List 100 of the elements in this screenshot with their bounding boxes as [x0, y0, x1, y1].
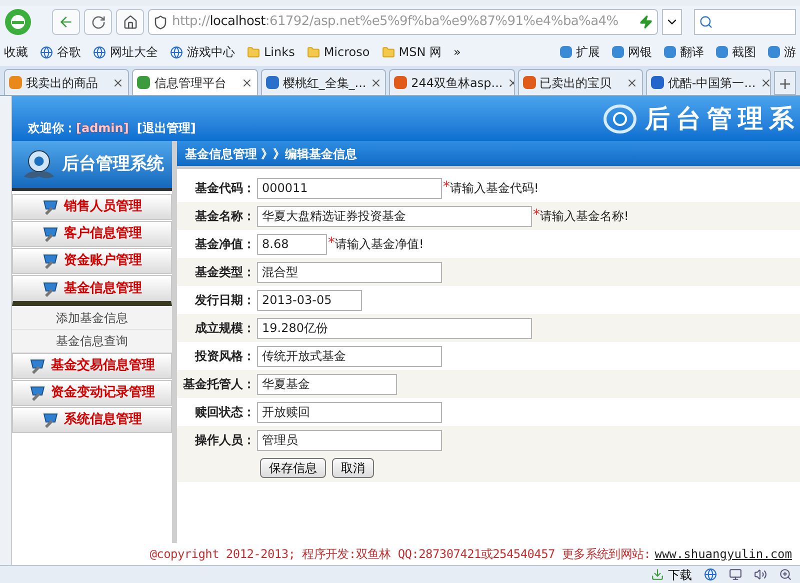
- system-title: 后台管理系: [645, 103, 800, 135]
- toolbar-item[interactable]: 截图: [716, 43, 756, 61]
- menu-item[interactable]: 基金信息管理: [12, 275, 172, 306]
- browser-tab[interactable]: 优酷-中国第一...: [646, 69, 772, 95]
- back-button[interactable]: [52, 9, 80, 35]
- input-field[interactable]: 2013-03-05: [257, 290, 362, 310]
- field-label: 发行日期：: [194, 292, 255, 309]
- browser-tab[interactable]: 我卖出的商品: [4, 69, 130, 95]
- hint-text: 请输入基金净值!: [335, 236, 424, 253]
- url-text: http://localhost:61792/asp.net%e5%9f%ba%e9%87%91%e4%ba%a4%: [172, 13, 618, 32]
- submenu-item[interactable]: 添加基金信息: [12, 307, 172, 330]
- toolbar-item[interactable]: 网银: [612, 43, 652, 61]
- folder-icon: [306, 46, 320, 58]
- download-icon: [651, 568, 664, 581]
- field-label: 基金托管人：: [182, 376, 255, 393]
- logout-link[interactable]: [退出管理]: [136, 119, 196, 137]
- close-icon[interactable]: [626, 76, 638, 88]
- breadcrumb-bar: 基金信息管理 》》编辑基金信息: [177, 141, 800, 169]
- back-arrow-icon: [58, 14, 74, 30]
- shield-icon: [153, 14, 168, 30]
- input-field[interactable]: 开放赎回: [257, 402, 442, 422]
- save-button[interactable]: 保存信息: [260, 458, 326, 478]
- tool-icon: [716, 46, 728, 58]
- globe-icon: [170, 46, 183, 58]
- field-label: 基金类型：: [194, 264, 255, 281]
- field-label: 投资风格：: [194, 348, 255, 365]
- menu-item[interactable]: 资金变动记录管理: [12, 380, 172, 406]
- menu-item[interactable]: 基金交易信息管理: [12, 353, 172, 379]
- favicon-icon: [266, 76, 279, 89]
- refresh-icon: [90, 14, 106, 30]
- menu-item[interactable]: 销售人员管理: [12, 194, 172, 220]
- required-marker: *: [328, 234, 335, 253]
- input-field[interactable]: 华夏基金: [257, 374, 397, 394]
- monitor-icon[interactable]: [729, 568, 742, 581]
- input-field[interactable]: 管理员: [257, 430, 442, 450]
- field-label: 操作人员：: [194, 432, 255, 449]
- more-bookmarks-button[interactable]: »: [453, 43, 461, 61]
- hint-text: 请输入基金名称!: [540, 208, 629, 225]
- input-field[interactable]: 000011: [257, 178, 442, 198]
- submenu-item[interactable]: 基金信息查询: [12, 330, 172, 353]
- favicon-icon: [650, 76, 664, 89]
- field-label: 基金净值：: [194, 236, 255, 253]
- input-field[interactable]: 华夏大盘精选证券投资基金: [257, 206, 532, 226]
- home-button[interactable]: [116, 9, 144, 35]
- close-icon[interactable]: [760, 76, 770, 88]
- hint-text: 请输入基金代码!: [450, 180, 539, 197]
- required-marker: *: [443, 178, 450, 197]
- welcome-text: 欢迎你：[admin]: [28, 120, 129, 137]
- required-marker: *: [533, 206, 540, 225]
- menu-item[interactable]: 客户信息管理: [12, 221, 172, 247]
- toolbar-item[interactable]: 翻译: [664, 43, 704, 61]
- toolbar-item[interactable]: 游: [768, 43, 796, 61]
- field-label: 基金名称：: [194, 208, 255, 225]
- browser-tab[interactable]: 244双鱼林asp...: [389, 69, 514, 95]
- bookmark-item[interactable]: 网址大全: [93, 43, 158, 61]
- field-label: 赎回状态：: [194, 404, 255, 421]
- favicon-icon: [9, 76, 22, 89]
- close-icon[interactable]: [240, 76, 253, 88]
- website-link[interactable]: www.shuangyulin.com: [654, 545, 792, 563]
- search-icon: [699, 15, 713, 29]
- favicon-icon: [394, 76, 408, 89]
- globe-icon: [40, 46, 53, 58]
- bookmark-item[interactable]: 游戏中心: [170, 43, 235, 61]
- input-field[interactable]: 8.68: [257, 234, 327, 254]
- refresh-button[interactable]: [84, 9, 112, 35]
- input-field[interactable]: 传统开放式基金: [257, 346, 442, 366]
- search-field[interactable]: [694, 9, 796, 35]
- bookmark-item[interactable]: 收藏: [4, 43, 28, 61]
- browser-tab[interactable]: 已卖出的宝贝: [518, 69, 643, 95]
- browser-tab[interactable]: 樱桃红_全集_...: [260, 69, 386, 95]
- tool-icon: [560, 46, 572, 58]
- address-bar[interactable]: http://localhost:61792/asp.net%e5%9f%ba%e9%87%91%e4%ba%a4%: [148, 9, 658, 35]
- folder-icon: [382, 46, 395, 58]
- lightning-icon: [639, 15, 653, 29]
- speaker-icon[interactable]: [754, 568, 767, 581]
- dropdown-button[interactable]: [662, 9, 682, 35]
- globe-icon: [93, 46, 106, 58]
- home-icon: [122, 14, 138, 30]
- toolbar-item[interactable]: 扩展: [560, 43, 600, 61]
- browser-tab[interactable]: 信息管理平台: [132, 69, 258, 95]
- bookmark-item[interactable]: Links: [247, 43, 295, 61]
- new-tab-button[interactable]: +: [774, 71, 796, 95]
- download-button[interactable]: 下载: [651, 566, 692, 583]
- close-icon[interactable]: [370, 76, 382, 88]
- tool-icon: [612, 46, 624, 58]
- cancel-button[interactable]: 取消: [332, 458, 374, 478]
- bookmark-item[interactable]: MSN 网: [382, 43, 442, 61]
- input-field[interactable]: 19.280亿份: [257, 318, 532, 338]
- favicon-icon: [522, 76, 536, 89]
- menu-item[interactable]: 系统信息管理: [12, 407, 172, 433]
- close-icon[interactable]: [112, 76, 124, 88]
- input-field[interactable]: 混合型: [257, 262, 442, 282]
- menu-item[interactable]: 资金账户管理: [12, 248, 172, 274]
- tool-icon: [768, 46, 780, 58]
- copyright-text: @copyright 2012-2013; 程序开发:双鱼林 QQ:287307421或254540457 更多系统到网站:: [150, 546, 651, 563]
- bookmark-item[interactable]: Microso: [306, 43, 370, 61]
- folder-icon: [247, 46, 260, 58]
- zoom-icon[interactable]: [779, 568, 792, 581]
- globe-icon[interactable]: [704, 568, 717, 581]
- bookmark-item[interactable]: 谷歌: [40, 43, 81, 61]
